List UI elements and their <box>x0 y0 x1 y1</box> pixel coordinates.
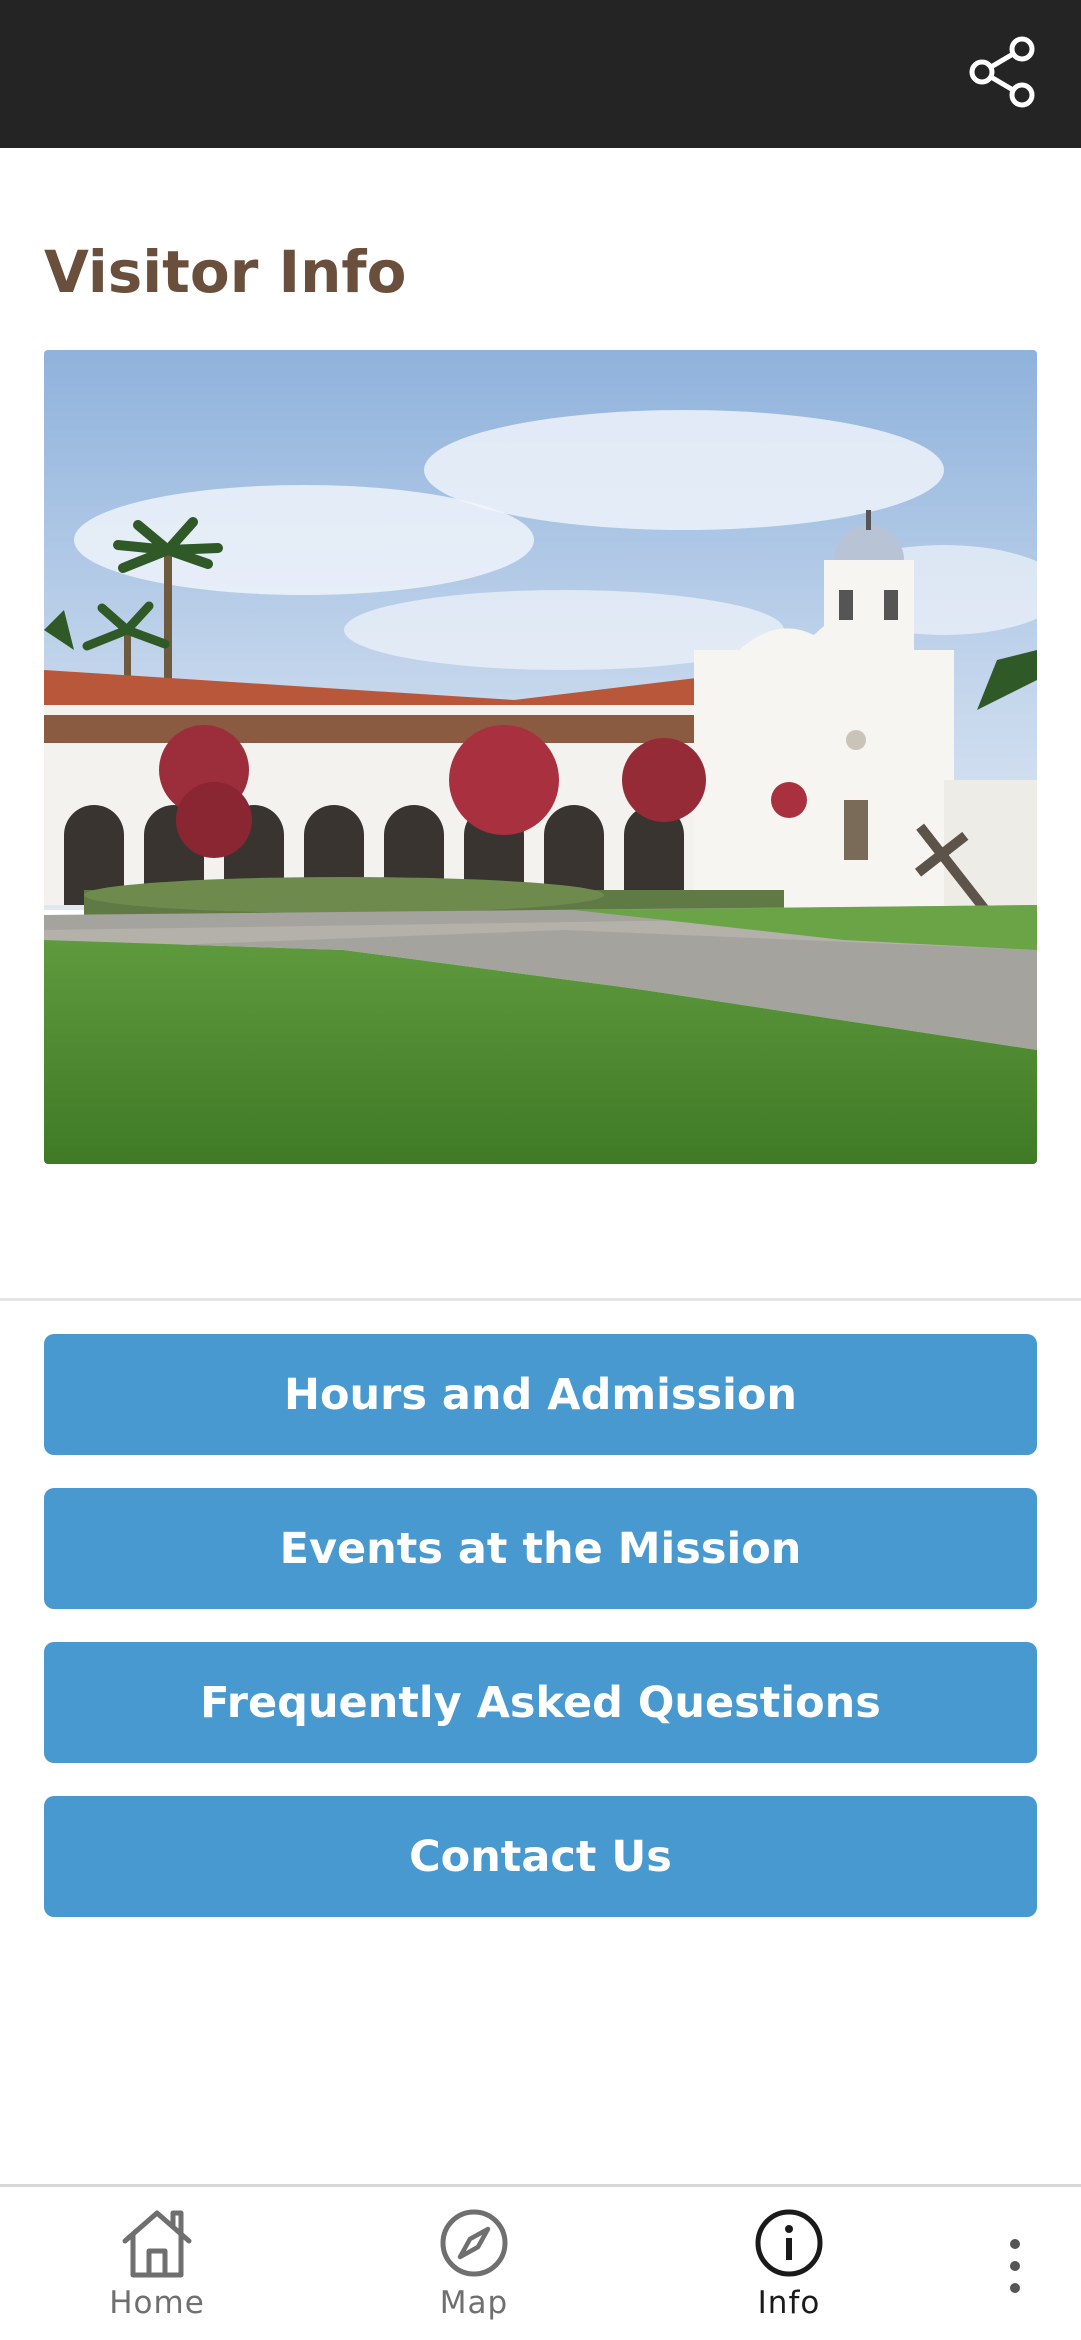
faq-button[interactable]: Frequently Asked Questions <box>44 1642 1037 1763</box>
more-menu-button[interactable] <box>992 2231 1038 2301</box>
info-icon <box>755 2209 823 2277</box>
share-button[interactable] <box>963 32 1043 112</box>
share-icon <box>969 36 1035 108</box>
nav-label-home: Home <box>109 2285 205 2321</box>
compass-icon <box>440 2209 508 2277</box>
events-button[interactable]: Events at the Mission <box>44 1488 1037 1609</box>
nav-label-map: Map <box>439 2285 509 2321</box>
nav-label-info: Info <box>757 2285 821 2321</box>
mission-photo <box>44 350 1037 1164</box>
nav-item-map[interactable]: Map <box>384 2207 564 2321</box>
more-vertical-icon <box>1010 2239 1020 2293</box>
nav-item-home[interactable]: Home <box>67 2207 247 2321</box>
bottom-navigation: Home Map Info <box>0 2184 1081 2340</box>
hours-admission-button[interactable]: Hours and Admission <box>44 1334 1037 1455</box>
page-title: Visitor Info <box>44 238 407 306</box>
nav-item-info[interactable]: Info <box>699 2207 879 2321</box>
home-icon <box>122 2210 192 2278</box>
section-divider <box>0 1298 1081 1301</box>
top-app-bar <box>0 0 1081 148</box>
contact-us-button[interactable]: Contact Us <box>44 1796 1037 1917</box>
